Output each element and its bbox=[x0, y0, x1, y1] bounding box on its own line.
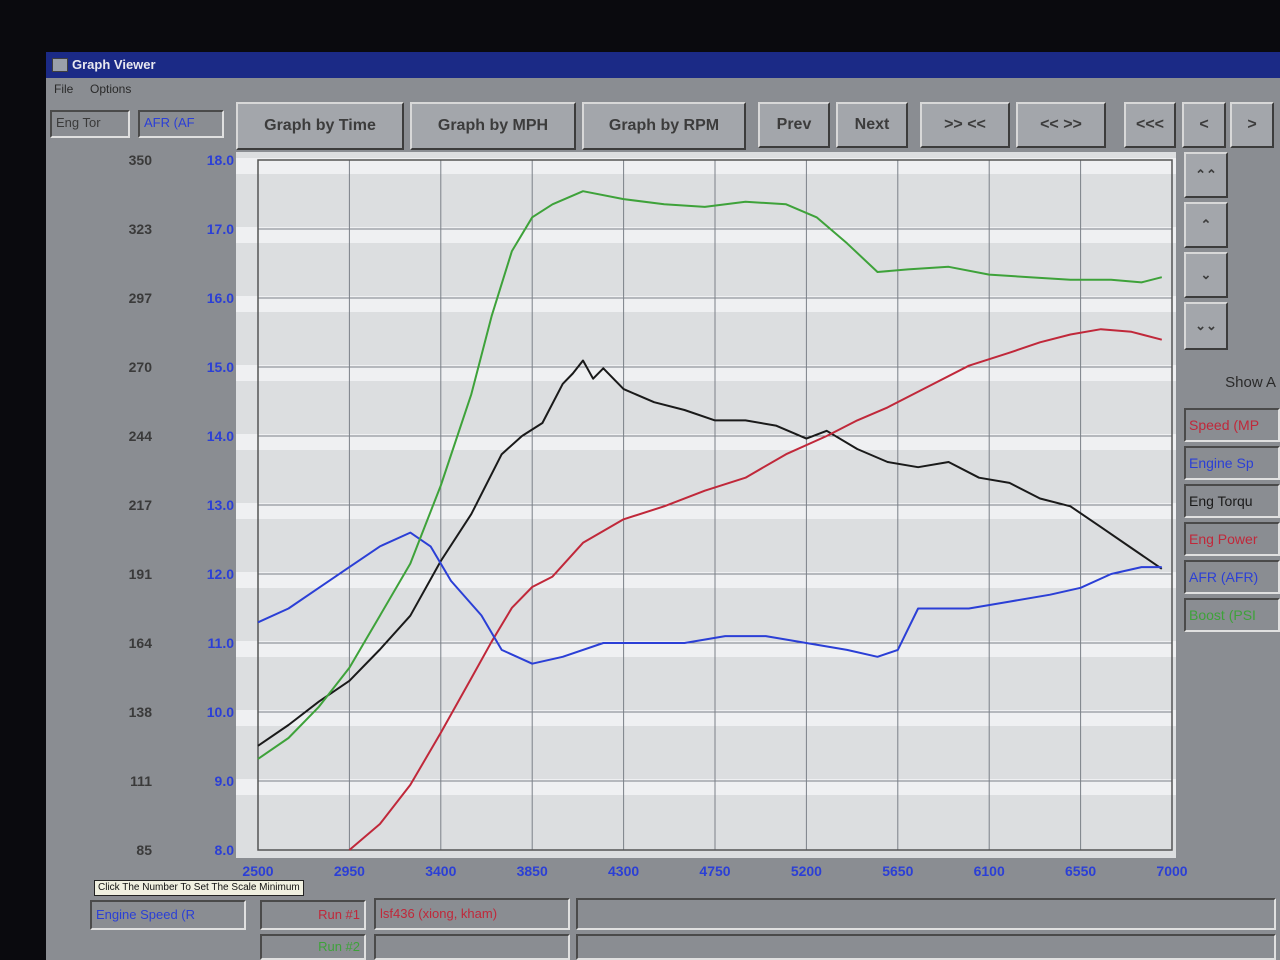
x-axis-tick-label: 6550 bbox=[1065, 863, 1096, 879]
x-axis-tick-label: 2500 bbox=[242, 863, 273, 879]
x-axis-tick-label: 3850 bbox=[517, 863, 548, 879]
afr-axis-tick-label: 15.0 bbox=[207, 359, 234, 375]
left-axis-tick-label: 111 bbox=[130, 773, 152, 789]
x-axis-tick-label: 6100 bbox=[974, 863, 1005, 879]
x-axis-tick-label: 4300 bbox=[608, 863, 639, 879]
left-axis-tick-label: 164 bbox=[129, 635, 153, 651]
dyno-chart: 350 323 297 270 244 217 191 164 138 111 85 18.0 17.0… bbox=[129, 152, 1188, 879]
afr-axis-tick-label: 12.0 bbox=[207, 566, 234, 582]
left-axis-tick-label: 270 bbox=[129, 359, 153, 375]
left-axis-tick-label: 85 bbox=[136, 842, 152, 858]
x-axis-tick-label: 2950 bbox=[334, 863, 365, 879]
left-axis-tick-label: 138 bbox=[129, 704, 153, 720]
left-axis-tick-label: 244 bbox=[129, 428, 153, 444]
afr-axis-tick-label: 11.0 bbox=[208, 635, 235, 651]
left-axis-tick-label: 217 bbox=[129, 497, 153, 513]
left-axis-tick-label: 323 bbox=[129, 221, 153, 237]
afr-axis-tick-label: 8.0 bbox=[215, 842, 235, 858]
x-axis-tick-label: 4750 bbox=[699, 863, 730, 879]
x-axis-tick-label: 5200 bbox=[791, 863, 822, 879]
x-axis-tick-label: 7000 bbox=[1156, 863, 1187, 879]
left-axis-tick-label: 350 bbox=[129, 152, 153, 168]
afr-axis-tick-label: 13.0 bbox=[207, 497, 234, 513]
left-axis-tick-label: 191 bbox=[129, 566, 153, 582]
afr-axis-tick-label: 10.0 bbox=[207, 704, 234, 720]
afr-axis-tick-label: 18.0 bbox=[207, 152, 234, 168]
x-axis-tick-label: 5650 bbox=[882, 863, 913, 879]
afr-axis-tick-label: 17.0 bbox=[207, 221, 234, 237]
afr-axis-tick-label: 16.0 bbox=[207, 290, 234, 306]
afr-axis-tick-label: 14.0 bbox=[207, 428, 234, 444]
x-axis-tick-label: 3400 bbox=[425, 863, 456, 879]
left-axis-tick-label: 297 bbox=[129, 290, 153, 306]
afr-axis-tick-label: 9.0 bbox=[215, 773, 235, 789]
